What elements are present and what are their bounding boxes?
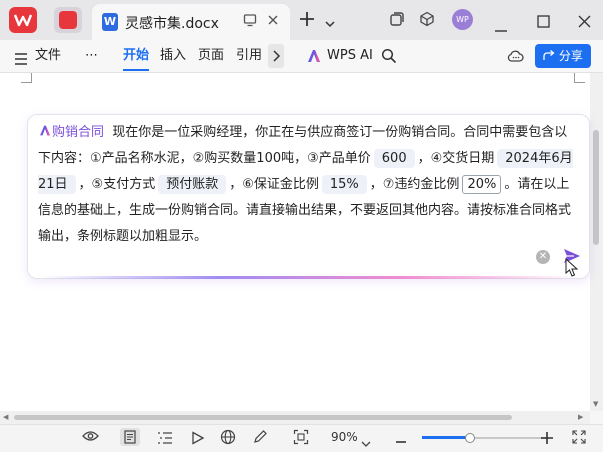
price-chip[interactable]: 600 [373,149,415,168]
eye-icon[interactable] [82,430,99,446]
avatar[interactable]: WP [452,9,473,30]
zoom-in-icon[interactable] [540,430,554,449]
zoom-slider-knob[interactable] [465,433,475,443]
prompt-segment: ，⑦违约金比例 [369,177,460,192]
search-icon[interactable] [381,48,397,68]
tab-page[interactable]: 页面 [198,40,224,72]
ai-card-glow [40,276,580,279]
scroll-down-icon[interactable]: ▼ [593,400,598,408]
play-icon[interactable] [191,430,205,449]
ai-tag-icon [38,125,52,140]
deposit-ratio-chip[interactable]: 15% [321,175,367,194]
close-icon[interactable] [266,13,280,31]
hamburger-menu-icon[interactable] [14,50,28,69]
maximize-icon[interactable] [537,13,550,32]
zoom-slider-fill [422,436,469,439]
share-icon [543,49,559,63]
vertical-scroll-thumb[interactable] [593,130,599,245]
penalty-ratio-chip[interactable]: 20% [462,175,502,194]
monitor-icon[interactable] [243,13,257,31]
scroll-left-icon[interactable]: ◀ [3,413,8,421]
zoom-dropdown-icon[interactable] [361,433,371,452]
share-label: 分享 [558,49,583,63]
clear-input-icon[interactable]: ✕ [536,250,550,264]
add-tab-icon[interactable] [299,11,315,31]
tab-home[interactable]: 开始 [123,40,149,72]
tab-insert[interactable]: 插入 [160,40,186,72]
prompt-segment: ，④交货日期 [417,151,495,166]
minimize-icon[interactable] [494,18,508,37]
prompt-segment: ，⑥保证金比例 [229,177,319,192]
word-doc-icon: W [102,13,118,31]
document-tab-title: 灵感市集.docx [125,16,219,32]
wps-ai-button[interactable]: WPS AI [327,40,373,72]
tab-reference[interactable]: 引用 [236,40,262,72]
chevron-down-icon[interactable] [324,14,336,33]
cloud-icon[interactable] [507,48,524,68]
fullscreen-icon[interactable] [571,429,587,449]
pen-icon[interactable] [252,429,268,449]
outline-view-icon[interactable] [157,430,173,449]
more-menu[interactable]: ⋯ [85,40,98,72]
scroll-right-icon[interactable]: ▶ [578,413,583,421]
zoom-out-icon[interactable] [394,432,408,451]
wps-logo-icon[interactable] [9,7,37,33]
page-view-icon[interactable] [120,428,140,446]
ribbon-toolbar: 文件 ⋯ 开始 插入 页面 引用 WPS AI 分享 [0,40,603,73]
wps-ai-icon[interactable] [306,48,322,68]
horizontal-scroll-thumb[interactable] [14,415,512,420]
ai-template-tag[interactable]: 购销合同 [52,125,104,140]
mouse-cursor-icon [565,257,579,282]
share-button[interactable]: 分享 [535,44,591,68]
margin-mark [31,73,32,83]
fit-window-icon[interactable] [293,429,309,449]
ai-prompt-text[interactable]: 购销合同 现在你是一位采购经理，你正在与供应商签订一份购销合同。合同中需要包含以… [38,120,578,250]
document-tab[interactable]: W 灵感市集.docx [92,4,290,40]
window-switch-icon[interactable] [389,11,405,31]
active-tab-indicator [123,69,149,71]
cube-icon[interactable] [419,11,435,31]
payment-method-chip[interactable]: 预付账款 [158,175,227,194]
margin-mark [21,82,31,83]
pdf-icon[interactable] [54,7,82,33]
close-window-icon[interactable] [578,13,591,32]
ribbon-scroll-right-icon[interactable] [268,44,284,68]
file-menu[interactable]: 文件 [35,40,61,72]
margin-mark [575,82,585,83]
globe-icon[interactable] [220,429,236,449]
prompt-segment: ，⑤支付方式 [78,177,156,192]
zoom-level[interactable]: 90% [331,430,358,444]
